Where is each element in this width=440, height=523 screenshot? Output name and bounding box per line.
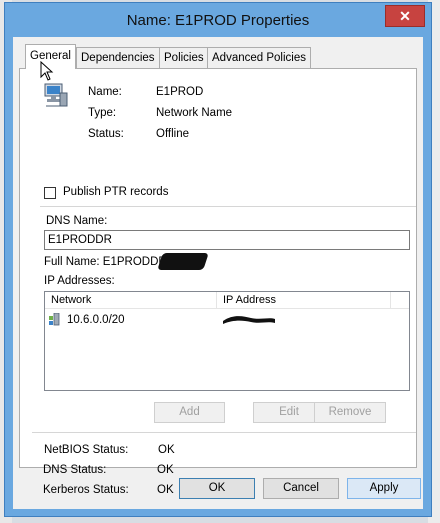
ok-button[interactable]: OK: [179, 478, 255, 499]
ip-addresses-label: IP Addresses:: [44, 275, 115, 287]
column-header-network[interactable]: Network: [45, 292, 217, 308]
dns-status-value: OK: [157, 464, 174, 476]
table-header: Network IP Address: [45, 292, 409, 309]
dns-name-input[interactable]: [44, 230, 410, 250]
divider: [40, 206, 416, 207]
general-tab-panel: Name: E1PROD Type: Network Name Status: …: [19, 68, 417, 468]
publish-ptr-checkbox[interactable]: [44, 187, 56, 199]
name-value: E1PROD: [156, 86, 204, 98]
redaction-mark: [157, 253, 209, 270]
full-name-text: Full Name: E1PRODDR.: [44, 256, 170, 268]
tab-label: Policies: [164, 52, 204, 64]
tab-dependencies[interactable]: Dependencies: [76, 47, 160, 68]
kerberos-status-label: Kerberos Status:: [43, 484, 129, 496]
dialog-client-area: General Dependencies Policies Advanced P…: [13, 37, 423, 509]
properties-dialog: Name: E1PROD Properties ✕ General Depend…: [4, 2, 432, 517]
cancel-button[interactable]: Cancel: [263, 478, 339, 499]
dns-name-label: DNS Name:: [46, 215, 108, 227]
netbios-status-value: OK: [158, 444, 175, 456]
mouse-cursor-icon: [40, 61, 54, 81]
type-label: Type:: [88, 107, 117, 119]
name-label: Name:: [88, 86, 122, 98]
close-icon: ✕: [399, 7, 411, 24]
netbios-status-label: NetBIOS Status:: [44, 444, 129, 456]
divider: [32, 432, 416, 433]
ip-addresses-table[interactable]: Network IP Address 10.6.0.0/20: [44, 291, 410, 391]
window-title: Name: E1PROD Properties: [126, 12, 310, 29]
network-icon: [49, 313, 60, 326]
table-row[interactable]: 10.6.0.0/20: [45, 312, 409, 328]
network-cell: 10.6.0.0/20: [67, 314, 125, 326]
type-value: Network Name: [156, 107, 233, 119]
status-value: Offline: [156, 128, 190, 140]
tab-advanced-policies[interactable]: Advanced Policies: [207, 47, 311, 68]
kerberos-status-value: OK: [157, 484, 174, 496]
redaction-mark: [223, 316, 275, 324]
network-server-icon: [44, 83, 68, 107]
close-button[interactable]: ✕: [385, 5, 425, 27]
add-button[interactable]: Add: [154, 402, 225, 423]
publish-ptr-label: Publish PTR records: [63, 186, 169, 198]
dns-status-label: DNS Status:: [43, 464, 107, 476]
tab-label: Advanced Policies: [212, 52, 306, 64]
title-bar[interactable]: Name: E1PROD Properties ✕: [5, 3, 431, 37]
tab-policies[interactable]: Policies: [159, 47, 209, 68]
status-label: Status:: [88, 128, 124, 140]
tab-label: Dependencies: [81, 52, 155, 64]
remove-button[interactable]: Remove: [314, 402, 386, 423]
apply-button[interactable]: Apply: [347, 478, 421, 499]
column-header-ip-address[interactable]: IP Address: [217, 292, 391, 308]
